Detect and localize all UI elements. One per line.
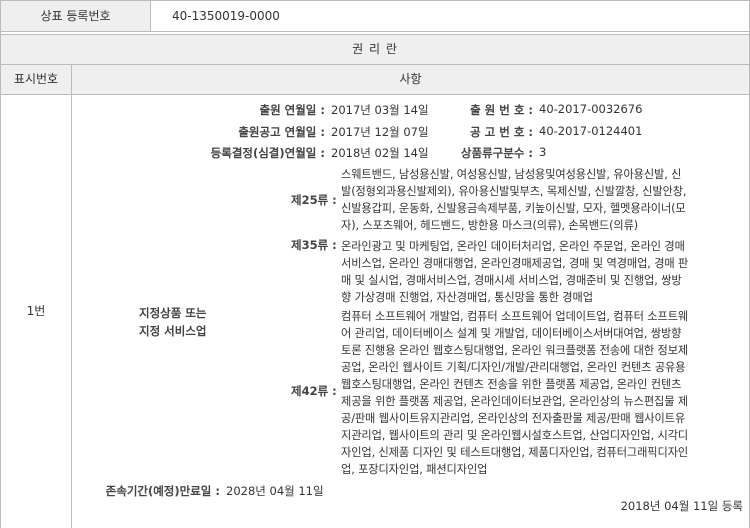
class-35-line: 온라인광고 및 마케팅업, 온라인 데이터처리업, 온라인 주문업, 온라인 경… xyxy=(341,240,685,253)
class-35-description: 온라인광고 및 마케팅업, 온라인 데이터처리업, 온라인 주문업, 온라인 경… xyxy=(341,238,741,306)
expiry-date: 2028년 04월 11일 xyxy=(226,484,324,498)
class-42-line: 웹호스팅대행업, 온라인 컨텐츠 전송을 위한 플랫폼 제공업, 온라인 컨텐츠 xyxy=(341,378,682,391)
application-date: 2017년 03월 14일 xyxy=(331,103,429,117)
registration-note: 2018년 04월 11일 등록 xyxy=(620,499,743,513)
publication-date-label: 출원공고 연월일 : xyxy=(238,125,325,139)
class-25-description: 스웨트밴드, 남성용신발, 여성용신발, 남성용및여성용신발, 유아용신발, 신… xyxy=(341,166,741,234)
table-body: 1번 출원 연월일 : 2017년 03월 14일 출 원 번 호 : 40-2… xyxy=(1,94,749,528)
class-count: 3 xyxy=(539,145,547,159)
class-25-line: 발(정형외과용신발제외), 유아용신발및부츠, 목제신발, 신발깔창, 신발안창… xyxy=(341,185,687,198)
number-column: 1번 xyxy=(1,94,72,528)
class-42-line: 공업, 온라인 웹사이트 기획/디자인/개발/관리대행업, 온라인 컨텐츠 공유… xyxy=(341,361,686,374)
publication-date: 2017년 12월 07일 xyxy=(331,125,429,139)
registration-row: 상표 등록번호 40-1350019-0000 xyxy=(1,1,749,32)
registration-number-label: 상표 등록번호 xyxy=(1,1,151,31)
publication-number: 40-2017-0124401 xyxy=(539,124,643,138)
class-35-line: 서비스업, 온라인 경매대행업, 온라인경매제공업, 경매 및 역경매업, 경매… xyxy=(341,257,689,270)
registration-number-value: 40-1350019-0000 xyxy=(172,9,280,23)
application-number: 40-2017-0032676 xyxy=(539,102,643,116)
decision-date-label: 등록결정(심결)연월일 : xyxy=(210,146,325,160)
class-42-line: 자인업, 신제품 디자인 및 테스트대행업, 제품디자인업, 컴퓨터그래픽디자인 xyxy=(341,446,689,459)
class-42-description: 컴퓨터 소프트웨어 개발업, 컴퓨터 소프트웨어 업데이트업, 컴퓨터 소프트웨… xyxy=(341,308,741,478)
class-35-label: 제35류 : xyxy=(291,238,337,252)
header-matter: 사항 xyxy=(399,72,422,86)
class-42-line: 제공을 위한 플랫폼 제공업, 온라인데이터보관업, 온라인상의 뉴스편집물 제 xyxy=(341,395,689,408)
class-42-line: 공/판매 웹사이트유지관리업, 온라인상의 전자출판물 제공/판매 웹사이트유 xyxy=(341,412,686,425)
class-25-line: 스웨트밴드, 남성용신발, 여성용신발, 남성용및여성용신발, 유아용신발, 신 xyxy=(341,168,682,181)
class-42-label: 제42류 : xyxy=(291,384,337,398)
application-date-label: 출원 연월일 : xyxy=(259,103,325,117)
class-25-line: 신발용갑피, 운동화, 신발용금속제부품, 키높이신발, 모자, 헬멧용라이너(… xyxy=(341,202,686,215)
class-42-line: 토론 진행용 온라인 웹호스팅대행업, 온라인 워크플랫폼 전송에 대한 정보제 xyxy=(341,344,689,357)
class-35-line: 향 가상경매 진행업, 자산경매업, 통신망을 통한 경매업 xyxy=(341,291,593,304)
decision-date: 2018년 02월 14일 xyxy=(331,146,429,160)
designated-label-line2: 지정 서비스업 xyxy=(139,324,207,338)
table-header: 표시번호 사항 xyxy=(1,65,749,95)
class-count-label: 상품류구분수 : xyxy=(460,146,533,160)
class-42-line: 컴퓨터 소프트웨어 개발업, 컴퓨터 소프트웨어 업데이트업, 컴퓨터 소프트웨 xyxy=(341,310,689,323)
header-number: 표시번호 xyxy=(1,65,72,94)
entry-number: 1번 xyxy=(26,304,46,318)
class-35-line: 매 및 실시업, 경매서비스업, 경매시세 서비스업, 경매준비 및 진행업, … xyxy=(341,274,682,287)
section-title: 권 리 란 xyxy=(1,35,749,65)
class-25-line: 자), 스포츠웨어, 헤드밴드, 방한용 마스크(의류), 손목밴드(의류) xyxy=(341,219,639,232)
application-number-label: 출 원 번 호 : xyxy=(470,103,533,117)
class-42-line: 지관리업, 웹사이트의 관리 및 온라인웹시설호스트업, 산업디자인업, 시각디 xyxy=(341,429,689,442)
class-42-line: 어 관리업, 데이터베이스 설계 및 개발업, 데이터베이스서버대여업, 쌍방향 xyxy=(341,327,682,340)
expiry-date-label: 존속기간(예정)만료일 : xyxy=(105,484,220,498)
class-25-label: 제25류 : xyxy=(291,193,337,207)
rights-document: 상표 등록번호 40-1350019-0000 권 리 란 표시번호 사항 1번… xyxy=(0,0,750,528)
publication-number-label: 공 고 번 호 : xyxy=(470,125,533,139)
class-42-line: 업, 포장디자인업, 패션디자인업 xyxy=(341,463,488,476)
designated-label-line1: 지정상품 또는 xyxy=(139,306,207,320)
